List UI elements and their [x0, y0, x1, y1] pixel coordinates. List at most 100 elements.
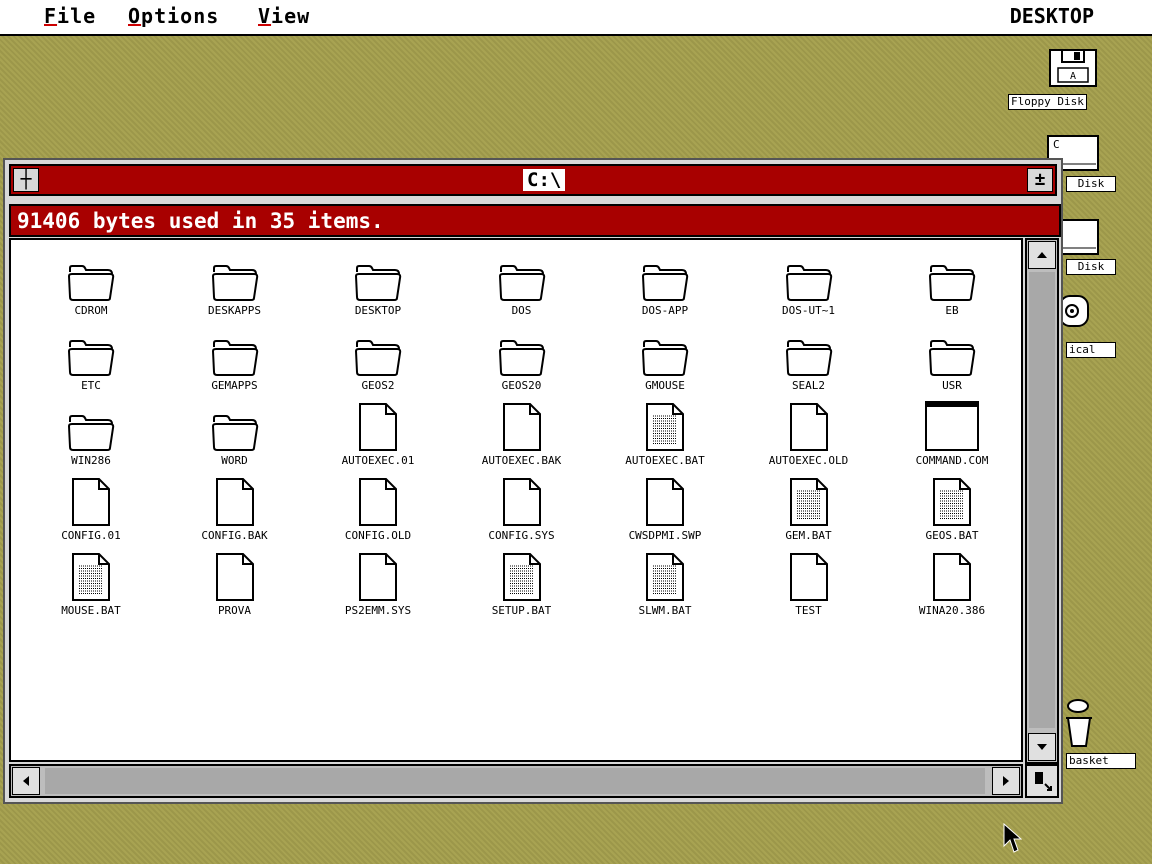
file-item[interactable]: TEST — [739, 552, 879, 617]
file-item-label: CONFIG.01 — [61, 529, 121, 542]
file-item[interactable]: GEOS20 — [452, 339, 592, 392]
file-item-label: DOS-UT~1 — [782, 304, 835, 317]
file-item[interactable]: CONFIG.BAK — [165, 477, 305, 542]
file-item[interactable]: AUTOEXEC.BAK — [452, 402, 592, 467]
file-item[interactable]: WORD — [165, 414, 305, 467]
resize-icon — [1035, 772, 1052, 791]
file-item[interactable]: CONFIG.SYS — [452, 477, 592, 542]
batch-file-icon — [646, 553, 684, 601]
file-item[interactable]: WIN286 — [21, 414, 161, 467]
close-button[interactable]: ┼ — [13, 168, 39, 192]
file-item-label: WIN286 — [71, 454, 111, 467]
file-item[interactable]: GEM.BAT — [739, 477, 879, 542]
file-item[interactable]: GMOUSE — [595, 339, 735, 392]
file-item[interactable]: DOS-APP — [595, 264, 735, 317]
menu-file[interactable]: File — [44, 4, 96, 28]
vertical-scrollbar[interactable] — [1025, 238, 1059, 764]
file-item-label: EB — [945, 304, 959, 317]
file-item[interactable]: SLWM.BAT — [595, 552, 735, 617]
document-icon — [789, 403, 828, 451]
arrow-right-icon — [1003, 776, 1009, 786]
file-item-label: COMMAND.COM — [915, 454, 989, 467]
menu-bar: File Options View DESKTOP — [0, 0, 1152, 36]
file-item[interactable]: DESKTOP — [308, 264, 448, 317]
file-item-label: DESKTOP — [354, 304, 402, 317]
menu-view[interactable]: View — [258, 4, 310, 28]
file-item[interactable]: GEOS2 — [308, 339, 448, 392]
file-item-label: CONFIG.SYS — [488, 529, 555, 542]
file-item-label: DOS — [511, 304, 532, 317]
file-item[interactable]: MOUSE.BAT — [21, 552, 161, 617]
folder-icon — [928, 265, 976, 301]
scroll-right-button[interactable] — [992, 767, 1020, 795]
folder-icon — [785, 265, 832, 301]
file-item[interactable]: DOS — [452, 264, 592, 317]
program-icon — [925, 401, 979, 451]
cd-drive-icon — [1059, 295, 1089, 327]
folder-icon — [498, 340, 545, 376]
file-item-label: AUTOEXEC.BAK — [481, 454, 562, 467]
file-item-label: SLWM.BAT — [638, 604, 692, 617]
file-item-label: AUTOEXEC.BAT — [625, 454, 705, 467]
file-item-label: AUTOEXEC.01 — [341, 454, 415, 467]
scroll-left-button[interactable] — [12, 767, 40, 795]
file-item[interactable]: ETC — [21, 339, 161, 392]
menu-options[interactable]: Options — [128, 4, 219, 28]
scroll-up-button[interactable] — [1028, 241, 1056, 269]
file-item[interactable]: DOS-UT~1 — [739, 264, 879, 317]
file-item[interactable]: GEMAPPS — [165, 339, 305, 392]
file-item[interactable]: SETUP.BAT — [452, 552, 592, 617]
desktop-icon-label: basket — [1066, 753, 1136, 769]
folder-icon — [354, 265, 402, 301]
file-item[interactable]: DESKAPPS — [165, 264, 305, 317]
file-item[interactable]: EB — [882, 264, 1021, 317]
resize-handle[interactable] — [1025, 764, 1059, 798]
desktop-icon-label: ical — [1066, 342, 1116, 358]
horizontal-scrollbar[interactable] — [9, 764, 1023, 798]
file-item[interactable]: AUTOEXEC.01 — [308, 402, 448, 467]
vertical-scroll-track[interactable] — [1029, 272, 1055, 728]
file-item-label: DESKAPPS — [208, 304, 261, 317]
file-item[interactable]: CONFIG.OLD — [308, 477, 448, 542]
file-item[interactable]: PS2EMM.SYS — [308, 552, 448, 617]
menu-view-label: iew — [271, 4, 311, 28]
svg-text:C: C — [1053, 138, 1060, 151]
file-item[interactable]: AUTOEXEC.OLD — [739, 402, 879, 467]
menu-file-accel: F — [44, 4, 58, 28]
menu-view-accel: V — [258, 4, 272, 28]
window-titlebar[interactable]: ┼ C:\ ± — [9, 164, 1057, 196]
menu-file-label: ile — [57, 4, 97, 28]
document-icon — [359, 478, 397, 526]
file-item-label: PROVA — [217, 604, 252, 617]
document-icon — [359, 553, 397, 601]
scroll-down-button[interactable] — [1028, 733, 1056, 761]
file-item[interactable]: PROVA — [165, 552, 305, 617]
file-item-label: GEOS2 — [361, 379, 395, 392]
file-item-label: ETC — [81, 379, 101, 392]
file-item[interactable]: WINA20.386 — [882, 552, 1021, 617]
document-icon — [789, 553, 828, 601]
file-item[interactable]: GEOS.BAT — [882, 477, 1021, 542]
file-item[interactable]: CDROM — [21, 264, 161, 317]
file-item[interactable]: SEAL2 — [739, 339, 879, 392]
file-item-label: GEOS20 — [501, 379, 542, 392]
file-item[interactable]: COMMAND.COM — [882, 400, 1021, 467]
folder-icon — [67, 415, 115, 451]
file-item-label: GEMAPPS — [211, 379, 258, 392]
file-item-label: CONFIG.BAK — [201, 529, 268, 542]
file-item-label: TEST — [795, 604, 822, 617]
folder-icon — [785, 340, 832, 376]
folder-icon — [641, 340, 689, 376]
folder-icon — [67, 340, 115, 376]
svg-text:A: A — [1070, 71, 1076, 82]
horizontal-scroll-track[interactable] — [45, 768, 985, 794]
file-item[interactable]: CWSDPMI.SWP — [595, 477, 735, 542]
file-item[interactable]: CONFIG.01 — [21, 477, 161, 542]
file-item[interactable]: AUTOEXEC.BAT — [595, 402, 735, 467]
file-item-label: CONFIG.OLD — [344, 529, 412, 542]
folder-icon — [67, 265, 115, 301]
document-icon — [933, 553, 971, 601]
document-icon — [502, 478, 541, 526]
fullsize-button[interactable]: ± — [1027, 168, 1053, 192]
file-item[interactable]: USR — [882, 339, 1021, 392]
